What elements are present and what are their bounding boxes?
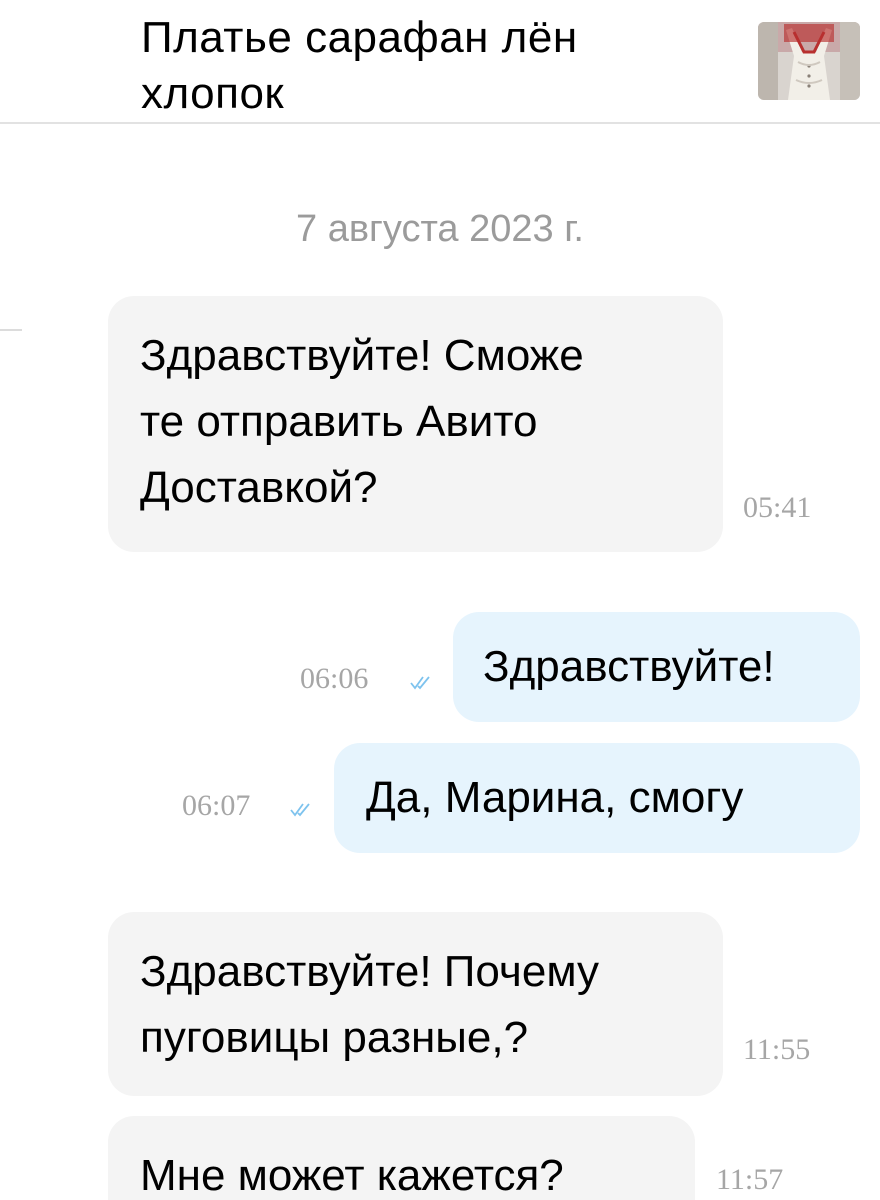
message-bubble-outgoing[interactable]: Да, Марина, смогу: [334, 743, 860, 853]
message-text: Здравствуйте! Сможе те отправить Авито Д…: [140, 331, 584, 512]
message-bubble-incoming[interactable]: Здравствуйте! Почему пуговицы разные,?: [108, 912, 723, 1096]
message-text: Здравствуйте! Почему пуговицы разные,?: [140, 947, 600, 1062]
message-time: 06:06: [300, 662, 369, 695]
message-time: 06:07: [182, 789, 251, 822]
message-bubble-incoming[interactable]: Мне может кажется?: [108, 1116, 695, 1200]
dress-thumbnail-image: [758, 22, 860, 100]
message-time: 05:41: [743, 491, 812, 524]
message-text: Мне может кажется?: [140, 1151, 564, 1200]
divider-stub: [0, 329, 22, 331]
read-check-icon: [290, 803, 310, 817]
dress-thumbnail[interactable]: [758, 22, 860, 100]
message-bubble-outgoing[interactable]: Здравствуйте!: [453, 612, 860, 722]
header-divider: [0, 122, 880, 124]
message-time: 11:55: [743, 1033, 811, 1066]
message-text: Здравствуйте!: [483, 642, 775, 691]
chat-header: Платье сарафан лён хлопок: [0, 0, 880, 124]
message-time: 11:57: [716, 1163, 784, 1196]
read-check-icon: [410, 676, 430, 690]
message-text: Да, Марина, смогу: [366, 773, 744, 822]
date-separator: 7 августа 2023 г.: [296, 208, 584, 250]
chat-screen: Платье сарафан лён хлопок 7 августа 2023…: [0, 0, 880, 1200]
message-bubble-incoming[interactable]: Здравствуйте! Сможе те отправить Авито Д…: [108, 296, 723, 552]
listing-title[interactable]: Платье сарафан лён хлопок: [141, 10, 701, 122]
